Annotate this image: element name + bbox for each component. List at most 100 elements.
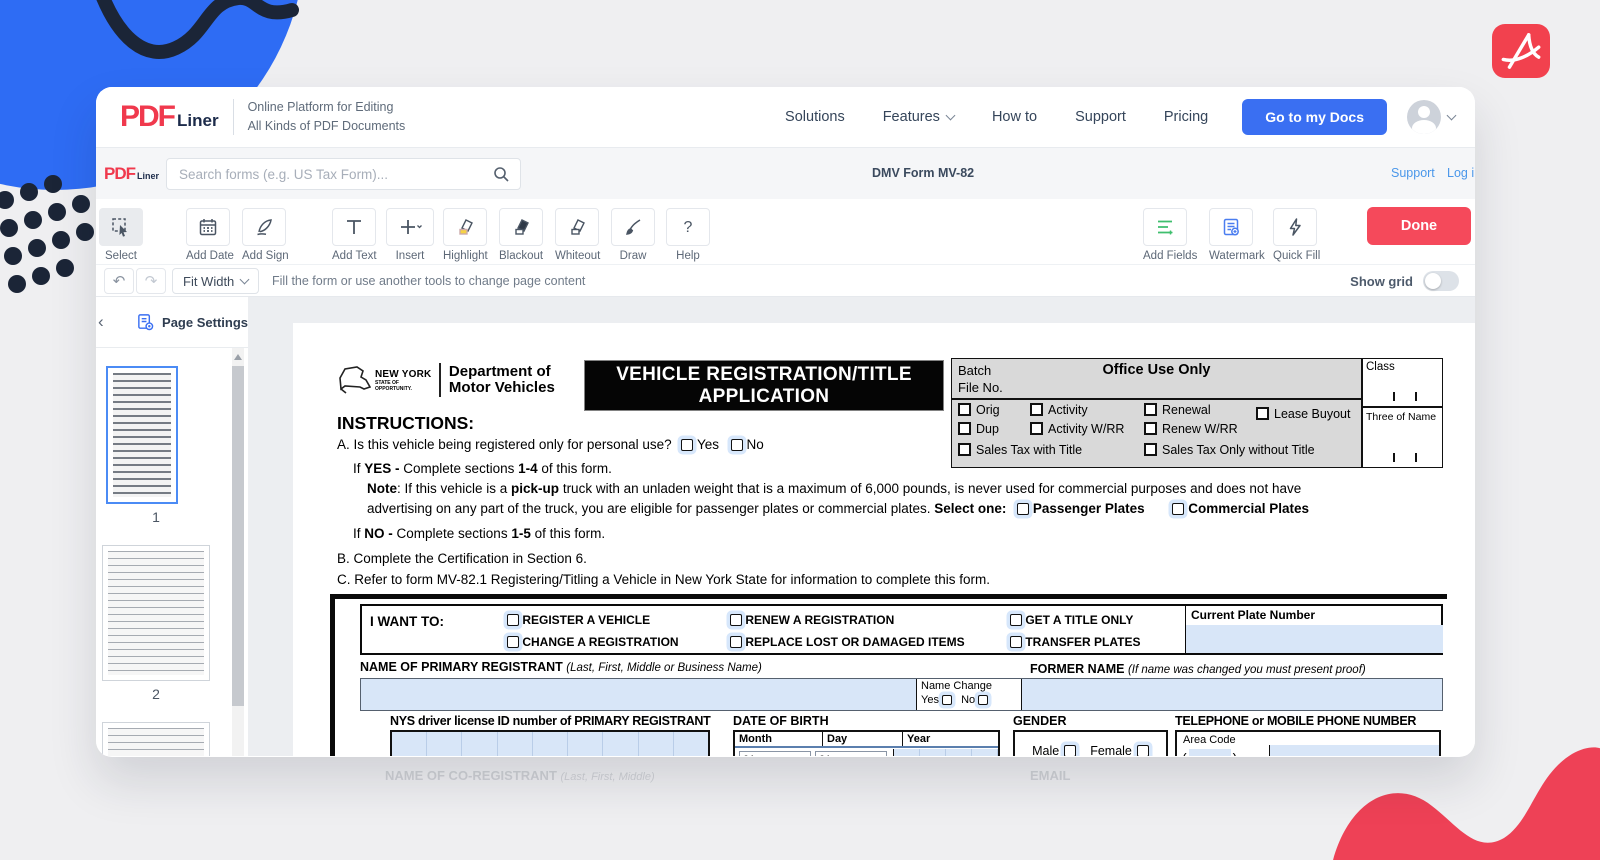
text-icon: [343, 216, 365, 238]
tool-highlight[interactable]: Highlight: [443, 208, 487, 262]
register-vehicle-checkbox[interactable]: [507, 614, 519, 626]
tool-watermark[interactable]: Watermark: [1209, 208, 1253, 262]
personal-use-yes-checkbox[interactable]: [681, 439, 693, 451]
name-change-no-checkbox[interactable]: [978, 695, 988, 705]
tool-add-text[interactable]: Add Text: [332, 208, 376, 262]
chevron-down-icon: [240, 275, 250, 285]
form-title-banner: VEHICLE REGISTRATION/TITLE APPLICATION: [584, 360, 944, 411]
commercial-plates-checkbox[interactable]: [1172, 503, 1184, 515]
page-number-1: 1: [96, 509, 216, 525]
phone-number-field[interactable]: [1269, 745, 1439, 756]
day-select[interactable]: 01▼: [815, 751, 887, 756]
pdfliner-mini-logo[interactable]: PDF Liner: [104, 164, 159, 184]
show-grid-toggle[interactable]: [1423, 271, 1459, 291]
scroll-up-arrow[interactable]: [234, 354, 242, 360]
replace-items-checkbox[interactable]: [730, 636, 742, 648]
tool-whiteout[interactable]: Whiteout: [555, 208, 599, 262]
section-left-bar: [330, 599, 335, 756]
page-thumbnail-3-partial[interactable]: [102, 722, 210, 756]
logo-liner-text: Liner: [177, 111, 219, 131]
section-divider-bar: [330, 594, 1447, 599]
page-number-2: 2: [96, 686, 216, 702]
chevron-down-icon: [1447, 111, 1457, 121]
checkbox-activity-wrr: [1030, 422, 1043, 435]
tool-blackout[interactable]: Blackout: [499, 208, 543, 262]
checkbox-renewal: [1144, 403, 1157, 416]
tool-insert[interactable]: Insert: [386, 208, 434, 262]
checkbox-lease-buyout: [1256, 407, 1269, 420]
tool-quick-fill[interactable]: Quick Fill: [1273, 208, 1317, 262]
month-select[interactable]: 01▼: [739, 751, 811, 756]
signature-pen-icon: [253, 216, 275, 238]
current-plate-field[interactable]: [1186, 625, 1443, 653]
page-thumbnail-2[interactable]: [102, 545, 210, 681]
checkbox-activity: [1030, 403, 1043, 416]
year-field[interactable]: [893, 749, 998, 756]
editor-content: ‹ Page Settings 1 2: [96, 297, 1475, 756]
svg-text:?: ?: [684, 219, 693, 236]
license-id-grid[interactable]: [390, 730, 710, 756]
zoom-mode-dropdown[interactable]: Fit Width: [172, 268, 259, 294]
tool-add-date[interactable]: Add Date: [186, 208, 230, 262]
account-menu[interactable]: [1407, 100, 1455, 134]
dob-label: DATE OF BIRTH: [733, 714, 829, 728]
gender-box: Male Female: [1013, 730, 1168, 756]
tagline: Online Platform for Editing All Kinds of…: [248, 98, 406, 137]
highlight-brush-icon: [454, 216, 476, 238]
renew-registration-checkbox[interactable]: [730, 614, 742, 626]
help-icon: ?: [677, 216, 699, 238]
app-window: PDF Liner Online Platform for Editing Al…: [96, 87, 1475, 757]
page-settings-label[interactable]: Page Settings: [162, 315, 248, 330]
search-icon[interactable]: [493, 166, 510, 183]
change-registration-checkbox[interactable]: [507, 636, 519, 648]
tool-add-fields[interactable]: Add Fields: [1143, 208, 1187, 262]
support-link[interactable]: Support: [1391, 166, 1435, 180]
passenger-plates-checkbox[interactable]: [1017, 503, 1029, 515]
login-link[interactable]: Log in: [1447, 166, 1475, 180]
black-dots: [0, 175, 94, 293]
nav-features[interactable]: Features: [883, 109, 954, 125]
search-input[interactable]: [167, 159, 520, 189]
if-no-line: If NO - Complete sections 1-5 of this fo…: [353, 526, 605, 541]
document-bar: PDF Liner DMV Form MV-82 Support Log in: [96, 147, 1475, 199]
done-button[interactable]: Done: [1367, 207, 1471, 245]
sidebar-scrollbar[interactable]: [232, 348, 244, 756]
tool-draw[interactable]: Draw: [611, 208, 655, 262]
male-checkbox[interactable]: [1064, 745, 1076, 756]
nav-how-to[interactable]: How to: [992, 109, 1037, 125]
collapse-sidebar-icon[interactable]: ‹: [98, 312, 104, 332]
search-forms-box: [166, 158, 521, 190]
name-change-yes-checkbox[interactable]: [942, 695, 952, 705]
tool-select[interactable]: Select: [99, 208, 143, 262]
tool-help[interactable]: ? Help: [666, 208, 710, 262]
personal-use-no-checkbox[interactable]: [731, 439, 743, 451]
former-name-field[interactable]: [1022, 679, 1442, 710]
checkbox-sales-tax-with-title: [958, 443, 971, 456]
go-to-my-docs-button[interactable]: Go to my Docs: [1242, 99, 1387, 135]
redo-button[interactable]: ↷: [136, 268, 166, 294]
scrollbar-thumb[interactable]: [232, 366, 244, 706]
office-use-only-box: Office Use Only Batch File No. Orig Acti…: [951, 358, 1362, 468]
female-checkbox[interactable]: [1137, 745, 1149, 756]
primary-registrant-field[interactable]: [361, 679, 916, 710]
page-settings-icon: [136, 312, 155, 332]
checkbox-orig: [958, 403, 971, 416]
checkbox-sales-tax-only: [1144, 443, 1157, 456]
tool-add-sign[interactable]: Add Sign: [242, 208, 286, 262]
undo-button[interactable]: ↶: [104, 268, 134, 294]
area-code-field[interactable]: [1189, 749, 1231, 756]
main-nav: Solutions Features How to Support Pricin…: [785, 109, 1208, 125]
calendar-icon: [197, 216, 219, 238]
i-want-to-table: I WANT TO: REGISTER A VEHICLE CHANGE A R…: [360, 604, 1443, 655]
nav-pricing[interactable]: Pricing: [1164, 109, 1208, 125]
top-header: PDF Liner Online Platform for Editing Al…: [96, 87, 1475, 147]
pdfliner-logo[interactable]: PDF Liner: [120, 100, 219, 134]
instruction-line-c: C. Refer to form MV-82.1 Registering/Tit…: [337, 572, 990, 587]
note-line-1: Note: If this vehicle is a pick-up truck…: [367, 481, 1301, 496]
if-yes-line: If YES - Complete sections 1-4 of this f…: [353, 461, 612, 476]
page-thumbnail-1[interactable]: [106, 366, 178, 504]
transfer-plates-checkbox[interactable]: [1010, 636, 1022, 648]
get-title-only-checkbox[interactable]: [1010, 614, 1022, 626]
nav-solutions[interactable]: Solutions: [785, 109, 845, 125]
nav-support[interactable]: Support: [1075, 109, 1126, 125]
